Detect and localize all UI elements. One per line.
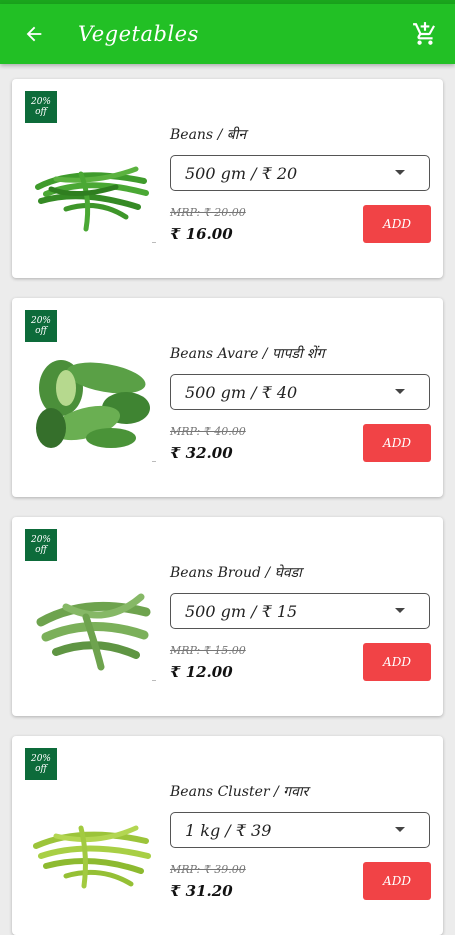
chevron-down-icon [395,170,405,175]
cart-button[interactable] [405,14,445,54]
back-button[interactable] [14,14,54,54]
sale-price: ₹ 31.20 [170,882,233,900]
chevron-down-icon [395,827,405,832]
app-bar: Vegetables [0,4,455,64]
add-button[interactable]: ADD [363,643,431,681]
chevron-down-icon [395,608,405,613]
product-card: 20% off Beans Broud / घेवडा 500 gm / ₹ 1… [12,517,443,716]
discount-percent: 20% [30,754,51,764]
mrp-price: MRP: ₹ 15.00 [170,644,246,657]
add-button[interactable]: ADD [363,205,431,243]
mrp-price: MRP: ₹ 39.00 [170,863,246,876]
divider [152,680,156,681]
discount-off: off [35,764,47,774]
discount-badge: 20% off [25,91,57,123]
mrp-price: MRP: ₹ 20.00 [170,206,246,219]
chevron-down-icon [395,389,405,394]
cart-plus-icon [413,22,435,45]
mrp-price: MRP: ₹ 40.00 [170,425,246,438]
product-card: 20% off Beans Avare / पापडी शेंग 500 gm … [12,298,443,497]
arrow-left-icon [26,26,42,42]
product-name: Beans Cluster / गवार [170,784,309,800]
variant-value: 500 gm / ₹ 20 [185,163,298,183]
product-card: 20% off Beans Cluster / गवार 1 kg / ₹ 39… [12,736,443,935]
product-card: 20% off Beans / बीन 500 gm / ₹ 20 MRP: ₹… [12,79,443,278]
variant-value: 500 gm / ₹ 40 [185,382,298,402]
discount-badge: 20% off [25,310,57,342]
product-name: Beans / बीन [170,127,247,143]
variant-select[interactable]: 500 gm / ₹ 20 [170,155,430,191]
discount-percent: 20% [30,97,51,107]
divider [152,242,156,243]
discount-off: off [35,326,47,336]
variant-select[interactable]: 500 gm / ₹ 40 [170,374,430,410]
variant-select[interactable]: 1 kg / ₹ 39 [170,812,430,848]
divider [152,461,156,462]
variant-select[interactable]: 500 gm / ₹ 15 [170,593,430,629]
add-button[interactable]: ADD [363,862,431,900]
product-image-broad-beans [36,593,151,671]
add-button[interactable]: ADD [363,424,431,462]
product-list: 20% off Beans / बीन 500 gm / ₹ 20 MRP: ₹… [0,64,455,935]
discount-off: off [35,545,47,555]
sale-price: ₹ 12.00 [170,663,233,681]
product-image-cluster-beans [33,825,151,889]
discount-badge: 20% off [25,529,57,561]
page-title: Vegetables [78,22,199,46]
variant-value: 500 gm / ₹ 15 [185,601,298,621]
discount-percent: 20% [30,535,51,545]
product-image-green-beans [35,166,149,232]
discount-off: off [35,107,47,117]
product-name: Beans Avare / पापडी शेंग [170,346,325,362]
sale-price: ₹ 32.00 [170,444,233,462]
discount-percent: 20% [30,316,51,326]
sale-price: ₹ 16.00 [170,225,233,243]
product-name: Beans Broud / घेवडा [170,565,302,581]
variant-value: 1 kg / ₹ 39 [185,820,272,840]
discount-badge: 20% off [25,748,57,780]
product-image-avare-pods [36,360,150,448]
